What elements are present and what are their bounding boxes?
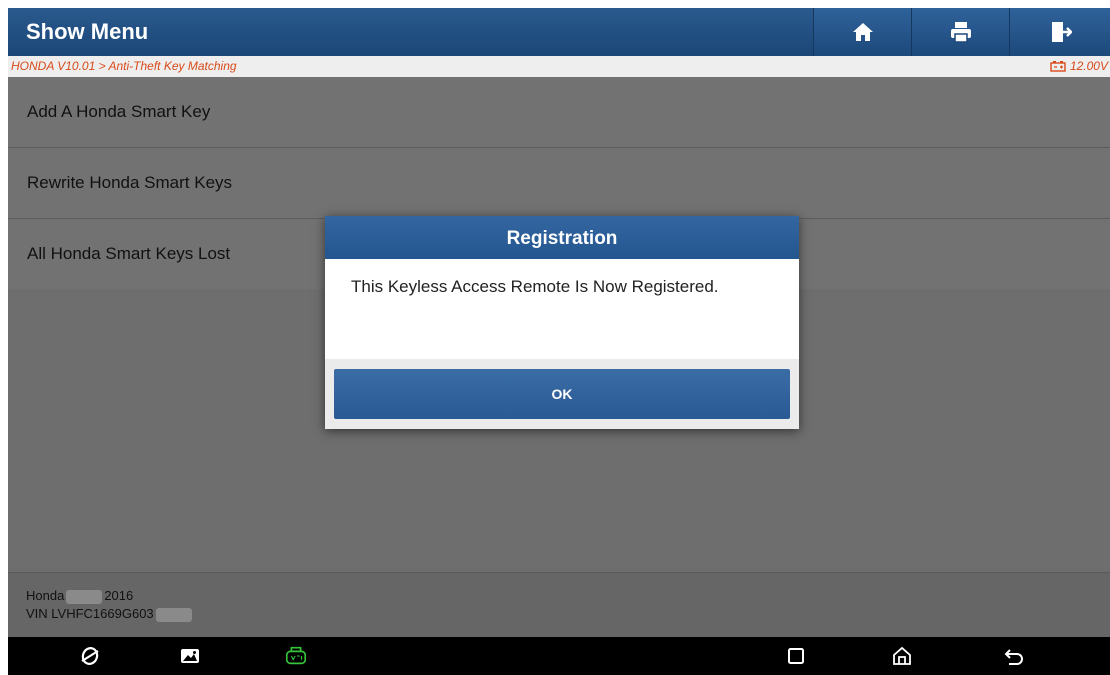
vci-icon <box>285 646 307 665</box>
browser-icon <box>81 647 99 665</box>
recents-icon <box>788 648 804 664</box>
menu-item-add-smart-key[interactable]: Add A Honda Smart Key <box>8 77 1110 148</box>
exit-icon <box>1051 22 1072 42</box>
redacted-mask <box>155 607 192 622</box>
home-nav-icon <box>893 646 911 665</box>
registration-dialog: Registration This Keyless Access Remote … <box>325 216 799 429</box>
app-screen: Show Menu HONDA V10.01 > Anti-Theft Key … <box>8 8 1110 675</box>
gallery-button[interactable] <box>178 645 202 667</box>
dialog-message: This Keyless Access Remote Is Now Regist… <box>351 277 719 296</box>
vehicle-model-line: Honda 2016 <box>26 588 133 604</box>
browser-button[interactable] <box>78 645 102 667</box>
breadcrumb-path: HONDA V10.01 > Anti-Theft Key Matching <box>11 59 237 73</box>
dialog-title: Registration <box>325 216 799 259</box>
exit-button[interactable] <box>1009 8 1110 56</box>
home-nav-button[interactable] <box>890 645 914 667</box>
breadcrumb: HONDA V10.01 > Anti-Theft Key Matching 1… <box>8 56 1110 77</box>
vehicle-year: 2016 <box>104 588 134 603</box>
android-nav-bar <box>8 637 1110 675</box>
menu-item-rewrite-smart-keys[interactable]: Rewrite Honda Smart Keys <box>8 148 1110 219</box>
battery-icon <box>1050 60 1066 72</box>
vci-button[interactable] <box>284 645 308 667</box>
ok-button[interactable]: OK <box>334 369 790 419</box>
vehicle-vin: VIN LVHFC1669G603 <box>26 606 154 621</box>
home-button[interactable] <box>813 8 912 56</box>
vehicle-info: Honda 2016 VIN LVHFC1669G603 <box>8 572 1110 638</box>
page-title: Show Menu <box>26 19 149 44</box>
menu-item-label: Rewrite Honda Smart Keys <box>27 173 233 192</box>
vehicle-make: Honda <box>26 588 65 603</box>
battery-voltage: 12.00V <box>1050 59 1108 73</box>
gallery-icon <box>181 649 199 663</box>
dialog-footer: OK <box>325 359 799 429</box>
voltage-value: 12.00V <box>1069 59 1108 73</box>
header-bar: Show Menu <box>8 8 1110 56</box>
back-icon <box>1004 649 1023 665</box>
menu-item-label: All Honda Smart Keys Lost <box>27 244 231 263</box>
print-icon <box>951 22 971 43</box>
recents-button[interactable] <box>784 645 808 667</box>
home-icon <box>853 23 873 41</box>
redacted-mask <box>66 589 103 604</box>
back-button[interactable] <box>1002 645 1026 667</box>
menu-item-label: Add A Honda Smart Key <box>27 102 211 121</box>
vehicle-vin-line: VIN LVHFC1669G603 <box>26 606 194 622</box>
print-button[interactable] <box>911 8 1010 56</box>
